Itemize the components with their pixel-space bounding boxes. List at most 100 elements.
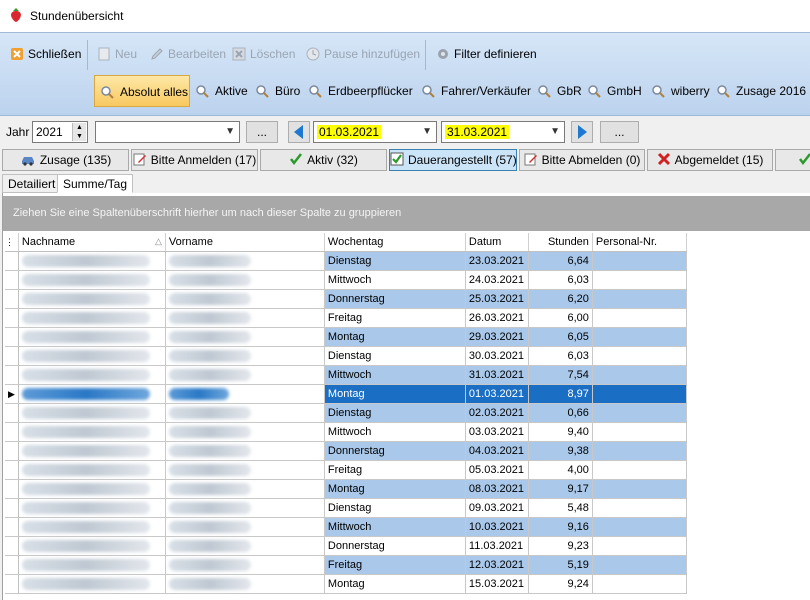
cell-datum[interactable]: 24.03.2021 [465, 270, 529, 290]
cell-wochentag[interactable]: Mittwoch [324, 422, 466, 442]
filter-fahrer-verkaeufer[interactable]: Fahrer/Verkäufer [421, 75, 531, 107]
cell-stunden[interactable]: 8,97 [528, 384, 593, 404]
row-indicator[interactable] [5, 346, 19, 366]
cell-wochentag[interactable]: Freitag [324, 555, 466, 575]
cell-personal-nr[interactable] [592, 460, 687, 480]
column-header-datum[interactable]: Datum [465, 233, 529, 252]
cell-personal-nr[interactable] [592, 308, 687, 328]
tab-detailiert[interactable]: Detailiert [2, 174, 62, 193]
cell-datum[interactable]: 15.03.2021 [465, 574, 529, 594]
cell-personal-nr[interactable] [592, 574, 687, 594]
cell-wochentag[interactable]: Mittwoch [324, 270, 466, 290]
define-filter-button[interactable]: Filter definieren [436, 43, 537, 65]
cell-wochentag[interactable]: Donnerstag [324, 536, 466, 556]
cell-wochentag[interactable]: Mittwoch [324, 517, 466, 537]
table-row[interactable]: Mittwoch 31.03.2021 7,54 [5, 365, 687, 385]
row-indicator[interactable] [5, 479, 19, 499]
row-indicator[interactable] [5, 460, 19, 480]
cell-personal-nr[interactable] [592, 403, 687, 423]
cell-datum[interactable]: 09.03.2021 [465, 498, 529, 518]
cell-stunden[interactable]: 6,03 [528, 346, 593, 366]
status-more-button[interactable] [775, 149, 810, 171]
cell-stunden[interactable]: 4,00 [528, 460, 593, 480]
cell-stunden[interactable]: 5,19 [528, 555, 593, 575]
cell-stunden[interactable]: 6,00 [528, 308, 593, 328]
row-indicator[interactable] [5, 555, 19, 575]
cell-personal-nr[interactable] [592, 479, 687, 499]
row-indicator[interactable] [5, 308, 19, 328]
row-indicator[interactable] [5, 517, 19, 537]
cell-stunden[interactable]: 9,38 [528, 441, 593, 461]
status-zusage-button[interactable]: Zusage (135) [2, 149, 129, 171]
cell-datum[interactable]: 04.03.2021 [465, 441, 529, 461]
cell-personal-nr[interactable] [592, 327, 687, 347]
row-indicator[interactable] [5, 536, 19, 556]
cell-personal-nr[interactable] [592, 270, 687, 290]
group-panel[interactable]: Ziehen Sie eine Spaltenüberschrift hierh… [3, 196, 810, 231]
cell-datum[interactable]: 05.03.2021 [465, 460, 529, 480]
table-row[interactable]: Montag 15.03.2021 9,24 [5, 574, 687, 594]
row-indicator[interactable] [5, 327, 19, 347]
edit-button[interactable]: Bearbeiten [150, 43, 226, 65]
cell-stunden[interactable]: 5,48 [528, 498, 593, 518]
filter-wiberry[interactable]: wiberry [651, 75, 710, 107]
spinner-arrows-icon[interactable]: ▲ ▼ [72, 123, 86, 141]
cell-datum[interactable]: 10.03.2021 [465, 517, 529, 537]
table-row[interactable]: Montag 29.03.2021 6,05 [5, 327, 687, 347]
status-dauerangestellt-button[interactable]: Dauerangestellt (57) [389, 149, 517, 171]
cell-wochentag[interactable]: Freitag [324, 308, 466, 328]
row-indicator[interactable] [5, 270, 19, 290]
cell-personal-nr[interactable] [592, 536, 687, 556]
table-row[interactable]: Donnerstag 04.03.2021 9,38 [5, 441, 687, 461]
status-abgemeldet-button[interactable]: Abgemeldet (15) [647, 149, 773, 171]
tab-summe-tag[interactable]: Summe/Tag [57, 174, 134, 193]
cell-personal-nr[interactable] [592, 517, 687, 537]
year-spinner[interactable]: 2021 ▲ ▼ [32, 121, 88, 143]
cell-wochentag[interactable]: Montag [324, 574, 466, 594]
cell-stunden[interactable]: 0,66 [528, 403, 593, 423]
column-header-nachname[interactable]: Nachname △ [18, 233, 166, 252]
filter-gbr[interactable]: GbR [537, 75, 582, 107]
cell-stunden[interactable]: 7,54 [528, 365, 593, 385]
cell-personal-nr[interactable] [592, 555, 687, 575]
cell-stunden[interactable]: 9,40 [528, 422, 593, 442]
row-indicator[interactable]: ▶ [5, 384, 19, 404]
cell-datum[interactable]: 31.03.2021 [465, 365, 529, 385]
table-row[interactable]: Montag 08.03.2021 9,17 [5, 479, 687, 499]
cell-datum[interactable]: 12.03.2021 [465, 555, 529, 575]
cell-wochentag[interactable]: Mittwoch [324, 365, 466, 385]
row-indicator[interactable] [5, 251, 19, 271]
cell-personal-nr[interactable] [592, 498, 687, 518]
cell-personal-nr[interactable] [592, 365, 687, 385]
filter-zusage-2016[interactable]: Zusage 2016 [716, 75, 806, 107]
table-row[interactable]: Mittwoch 24.03.2021 6,03 [5, 270, 687, 290]
date-to-field[interactable]: 31.03.2021 ▼ [441, 121, 565, 143]
cell-wochentag[interactable]: Donnerstag [324, 441, 466, 461]
table-row[interactable]: ▶ Montag 01.03.2021 8,97 [5, 384, 687, 404]
cell-wochentag[interactable]: Montag [324, 327, 466, 347]
cell-wochentag[interactable]: Dienstag [324, 498, 466, 518]
cell-wochentag[interactable]: Dienstag [324, 251, 466, 271]
cell-datum[interactable]: 23.03.2021 [465, 251, 529, 271]
add-pause-button[interactable]: Pause hinzufügen [306, 43, 420, 65]
table-row[interactable]: Dienstag 02.03.2021 0,66 [5, 403, 687, 423]
cell-personal-nr[interactable] [592, 384, 687, 404]
new-button[interactable]: Neu [97, 43, 137, 65]
selection-combo[interactable]: ▼ [95, 121, 240, 143]
table-row[interactable]: Freitag 12.03.2021 5,19 [5, 555, 687, 575]
prev-period-button[interactable] [288, 121, 310, 143]
cell-datum[interactable]: 30.03.2021 [465, 346, 529, 366]
column-header-personal-nr[interactable]: Personal-Nr. [592, 233, 687, 252]
cell-stunden[interactable]: 9,17 [528, 479, 593, 499]
status-bitte-anmelden-button[interactable]: Bitte Anmelden (17) [131, 149, 258, 171]
cell-stunden[interactable]: 9,16 [528, 517, 593, 537]
cell-datum[interactable]: 01.03.2021 [465, 384, 529, 404]
cell-wochentag[interactable]: Dienstag [324, 346, 466, 366]
cell-datum[interactable]: 02.03.2021 [465, 403, 529, 423]
table-row[interactable]: Dienstag 23.03.2021 6,64 [5, 251, 687, 271]
cell-personal-nr[interactable] [592, 441, 687, 461]
cell-wochentag[interactable]: Montag [324, 479, 466, 499]
row-indicator[interactable] [5, 403, 19, 423]
filter-buero[interactable]: Büro [255, 75, 300, 107]
cell-datum[interactable]: 26.03.2021 [465, 308, 529, 328]
